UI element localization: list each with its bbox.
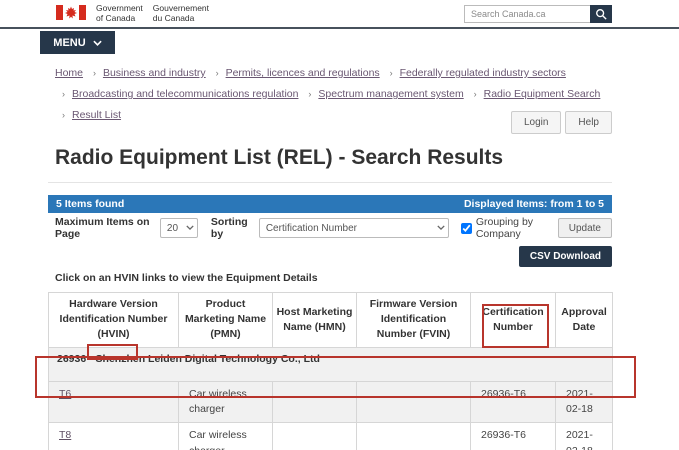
table-row: T8 Car wireless charger 26936-T6 2021-02… [49, 423, 613, 450]
breadcrumb-separator: › [474, 89, 477, 99]
results-table-wrap: 26936 - Shenzhen Leiden Digital Technolo… [48, 292, 612, 450]
col-header-hmn: Host Marketing Name (HMN) [273, 293, 357, 348]
approval-date-cell: 2021-02-18 [556, 423, 613, 450]
col-header-certification: Certification Number [471, 293, 556, 348]
hmn-cell [273, 381, 357, 423]
breadcrumb-link-broadcasting[interactable]: Broadcasting and telecommunications regu… [72, 88, 298, 100]
chevron-down-icon [93, 40, 102, 46]
search-button[interactable] [590, 5, 612, 23]
breadcrumb-link-sectors[interactable]: Federally regulated industry sectors [400, 67, 566, 79]
gov-fr-wordmark: Gouvernement du Canada [153, 3, 209, 23]
breadcrumb-link-radio-search[interactable]: Radio Equipment Search [484, 88, 601, 100]
hvin-hint-text: Click on an HVIN links to view the Equip… [55, 272, 318, 284]
sorting-select[interactable]: Certification Number [259, 218, 449, 238]
breadcrumb-separator: › [390, 68, 393, 78]
breadcrumb-separator: › [308, 89, 311, 99]
title-divider [48, 182, 612, 183]
update-button[interactable]: Update [558, 218, 612, 238]
certification-cell: 26936-T6 [471, 423, 556, 450]
search-input[interactable] [464, 5, 590, 23]
col-header-approval-date: Approval Date [556, 293, 613, 348]
csv-row: CSV Download [48, 246, 612, 267]
company-group-header: 26936 - Shenzhen Leiden Digital Technolo… [49, 347, 613, 381]
canada-flag-icon [56, 5, 86, 20]
breadcrumb-link-home[interactable]: Home [55, 67, 83, 79]
breadcrumb-separator: › [93, 68, 96, 78]
rel-search-results-page: Government of Canada Gouvernement du Can… [0, 0, 679, 450]
pmn-cell: Car wireless charger [179, 423, 273, 450]
col-header-hvin: Hardware Version Identification Number (… [49, 293, 179, 348]
fvin-cell [357, 381, 471, 423]
table-row: T6 Car wireless charger 26936-T6 2021-02… [49, 381, 613, 423]
login-button[interactable]: Login [511, 111, 561, 134]
col-header-fvin: Firmware Version Identification Number (… [357, 293, 471, 348]
csv-download-button[interactable]: CSV Download [519, 246, 612, 267]
grouping-label: Grouping by Company [476, 216, 558, 240]
breadcrumb-link-permits[interactable]: Permits, licences and regulations [226, 67, 380, 79]
approval-date-cell: 2021-02-18 [556, 381, 613, 423]
canada-wordmark: Government of Canada Gouvernement du Can… [56, 3, 209, 23]
sorting-by-label: Sorting by [211, 216, 253, 240]
breadcrumb-separator: › [62, 89, 65, 99]
certification-cell: 26936-T6 [471, 381, 556, 423]
site-search [464, 5, 612, 23]
search-icon [595, 8, 607, 20]
menu-label: MENU [53, 37, 85, 49]
breadcrumb-link-spectrum[interactable]: Spectrum management system [318, 88, 463, 100]
hmn-cell [273, 423, 357, 450]
results-controls: Maximum Items on Page 20 Sorting by Cert… [48, 217, 612, 239]
help-button[interactable]: Help [565, 111, 612, 134]
max-items-select[interactable]: 20 [160, 218, 198, 238]
grouping-checkbox[interactable] [461, 223, 472, 234]
page-title: Radio Equipment List (REL) - Search Resu… [55, 146, 503, 170]
results-bar: 5 Items found Displayed Items: from 1 to… [48, 195, 612, 213]
menu-button[interactable]: MENU [40, 31, 115, 54]
results-table: 26936 - Shenzhen Leiden Digital Technolo… [48, 292, 613, 450]
gov-en-wordmark: Government of Canada [96, 3, 143, 23]
fvin-cell [357, 423, 471, 450]
hvin-link[interactable]: T8 [59, 429, 71, 441]
hvin-link[interactable]: T6 [59, 388, 71, 400]
breadcrumb-link-business[interactable]: Business and industry [103, 67, 206, 79]
max-items-label: Maximum Items on Page [55, 216, 154, 240]
auth-buttons: Login Help [48, 111, 612, 134]
displayed-items-text: Displayed Items: from 1 to 5 [464, 198, 604, 210]
table-header-row: Hardware Version Identification Number (… [49, 293, 613, 348]
gov-header: Government of Canada Gouvernement du Can… [0, 0, 679, 29]
col-header-pmn: Product Marketing Name (PMN) [179, 293, 273, 348]
items-found-text: 5 Items found [56, 198, 124, 210]
pmn-cell: Car wireless charger [179, 381, 273, 423]
breadcrumb-separator: › [216, 68, 219, 78]
